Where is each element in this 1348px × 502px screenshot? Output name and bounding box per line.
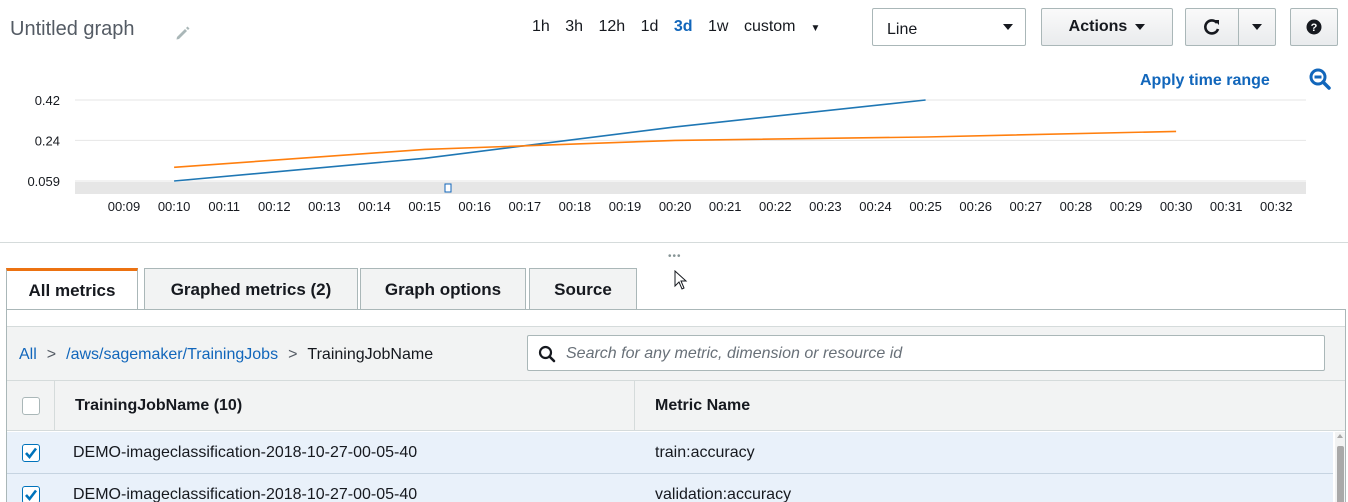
x-tick-label: 00:20 [659, 199, 692, 214]
scrollbar-thumb[interactable] [1337, 446, 1344, 502]
mouse-pointer-icon [674, 270, 688, 290]
table-row[interactable]: DEMO-imageclassification-2018-10-27-00-0… [7, 432, 1333, 474]
caret-down-icon [1252, 24, 1262, 30]
actions-button[interactable]: Actions [1041, 8, 1173, 46]
x-tick-label: 00:23 [809, 199, 842, 214]
tab-graphed-metrics[interactable]: Graphed metrics (2) [144, 268, 358, 310]
y-tick-label: 0.24 [35, 133, 60, 148]
help-icon: ? [1306, 19, 1322, 35]
refresh-options-button[interactable] [1238, 8, 1276, 46]
column-header-metric[interactable]: Metric Name [635, 381, 1335, 431]
x-tick-label: 00:27 [1010, 199, 1043, 214]
x-tick-label: 00:22 [759, 199, 792, 214]
job-name-cell: DEMO-imageclassification-2018-10-27-00-0… [73, 444, 418, 461]
breadcrumb-separator: > [288, 346, 298, 363]
range-12h[interactable]: 12h [599, 18, 626, 35]
breadcrumb-all[interactable]: All [19, 346, 37, 363]
x-tick-label: 00:28 [1060, 199, 1093, 214]
range-custom[interactable]: custom ▼ [744, 18, 831, 35]
metric-search-input[interactable]: Search for any metric, dimension or reso… [527, 335, 1325, 371]
resize-handle[interactable]: ••• [668, 251, 682, 262]
tab-source[interactable]: Source [529, 268, 637, 310]
range-1w[interactable]: 1w [708, 18, 728, 35]
x-tick-label: 00:14 [358, 199, 391, 214]
x-tick-label: 00:18 [559, 199, 592, 214]
caret-down-icon [1135, 24, 1146, 30]
row-checkbox-cell [7, 432, 55, 474]
range-custom-label: custom [743, 18, 796, 35]
row-checkbox-cell [7, 474, 55, 502]
range-1h[interactable]: 1h [532, 18, 550, 35]
tab-graph-options[interactable]: Graph options [360, 268, 526, 310]
breadcrumb: All > /aws/sagemaker/TrainingJobs > Training… [19, 346, 433, 364]
series-line-2 [174, 130, 1177, 169]
table-scrollbar[interactable] [1335, 432, 1345, 502]
checkmark-icon [25, 447, 38, 460]
graph-type-value: Line [887, 21, 918, 38]
x-tick-label: 00:30 [1160, 199, 1193, 214]
x-tick-label: 00:13 [308, 199, 341, 214]
refresh-button[interactable] [1185, 8, 1239, 46]
scrubber-handle [444, 183, 452, 193]
column-header-job[interactable]: TrainingJobName (10) [55, 381, 635, 431]
metric-name-cell: train:accuracy [655, 444, 755, 461]
breadcrumb-separator: > [46, 346, 57, 363]
actions-label: Actions [1068, 18, 1128, 35]
y-tick-label: 0.059 [27, 174, 60, 189]
tab-all-metrics[interactable]: All metrics [6, 268, 138, 311]
breadcrumb-bar: All > /aws/sagemaker/TrainingJobs > Training… [7, 327, 1345, 381]
x-tick-label: 00:10 [158, 199, 191, 214]
range-3d[interactable]: 3d [674, 18, 693, 35]
search-icon [538, 345, 556, 363]
x-tick-label: 00:24 [859, 199, 892, 214]
time-range-selector: 1h 3h 12h 1d 3d 1w custom ▼ [532, 18, 842, 36]
breadcrumb-dimension: TrainingJobName [307, 346, 434, 363]
metrics-panel: All > /aws/sagemaker/TrainingJobs > Training… [6, 309, 1346, 502]
job-name-cell: DEMO-imageclassification-2018-10-27-00-0… [73, 486, 418, 502]
x-tick-label: 00:09 [108, 199, 141, 214]
row-checkbox[interactable] [22, 444, 40, 462]
range-3h[interactable]: 3h [565, 18, 583, 35]
time-scrubber [75, 182, 1306, 194]
x-tick-label: 00:19 [609, 199, 642, 214]
select-all-checkbox[interactable] [21, 397, 40, 415]
range-1d[interactable]: 1d [641, 18, 659, 35]
metrics-line-chart[interactable]: 0.42 0.24 0.059 00:09 00:10 00:11 00:12 00:13 00… [0, 80, 1348, 220]
x-tick-label: 00:16 [458, 199, 491, 214]
scroll-up-arrow-icon[interactable] [1337, 434, 1343, 438]
panel-divider [0, 242, 1348, 243]
x-tick-label: 00:11 [208, 199, 240, 214]
x-tick-label: 00:26 [959, 199, 992, 214]
caret-down-icon: ▼ [810, 23, 821, 34]
search-placeholder: Search for any metric, dimension or reso… [566, 345, 903, 362]
x-tick-label: 00:12 [258, 199, 291, 214]
chevron-down-icon [1003, 24, 1013, 30]
x-tick-label: 00:15 [408, 199, 441, 214]
checkmark-icon [25, 489, 38, 502]
x-tick-label: 00:25 [909, 199, 942, 214]
select-all-cell [7, 381, 55, 431]
table-row[interactable]: DEMO-imageclassification-2018-10-27-00-0… [7, 474, 1333, 502]
edit-pencil-icon[interactable] [174, 24, 192, 42]
help-button[interactable]: ? [1290, 8, 1338, 46]
breadcrumb-namespace[interactable]: /aws/sagemaker/TrainingJobs [66, 346, 278, 363]
graph-title[interactable]: Untitled graph [10, 18, 135, 41]
x-tick-label: 00:31 [1210, 199, 1243, 214]
row-checkbox[interactable] [22, 486, 40, 502]
y-tick-label: 0.42 [35, 93, 60, 108]
metric-name-cell: validation:accuracy [655, 486, 792, 502]
svg-text:?: ? [1311, 22, 1318, 34]
x-tick-label: 00:21 [709, 199, 742, 214]
table-header: TrainingJobName (10) Metric Name [7, 381, 1345, 431]
refresh-icon [1204, 19, 1220, 35]
graph-type-select[interactable]: Line [872, 8, 1026, 46]
x-tick-label: 00:29 [1110, 199, 1143, 214]
x-tick-label: 00:32 [1260, 199, 1293, 214]
panel-top-strip [7, 310, 1345, 327]
x-tick-label: 00:17 [509, 199, 542, 214]
